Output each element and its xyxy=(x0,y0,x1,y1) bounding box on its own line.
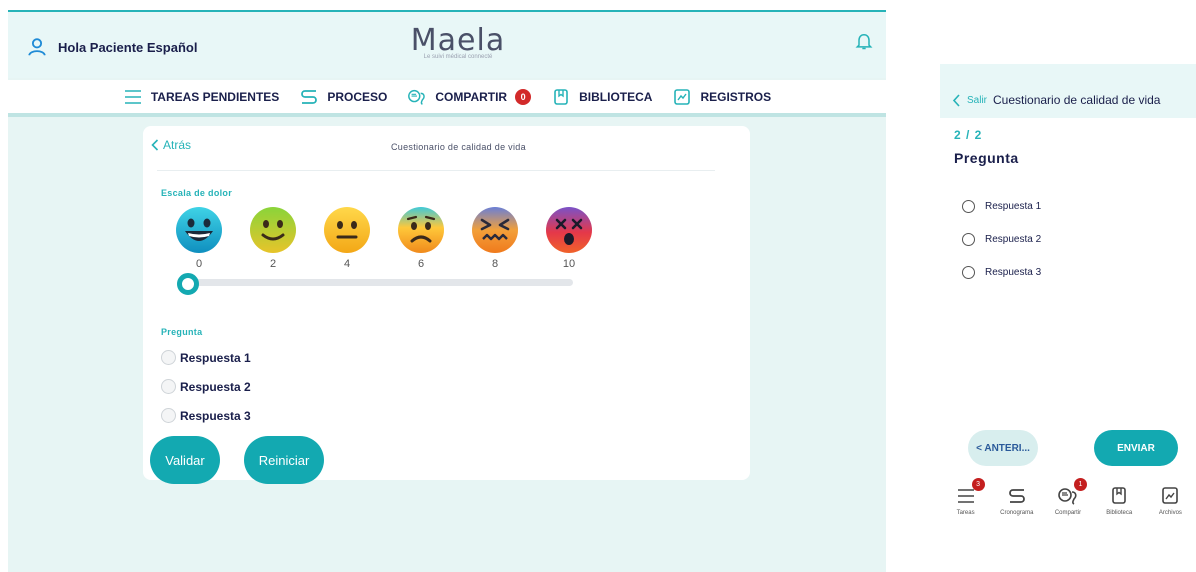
answer-label: Respuesta 3 xyxy=(180,408,251,423)
route-icon xyxy=(301,89,318,104)
reset-button[interactable]: Reiniciar xyxy=(244,436,324,484)
notification-badge: 0 xyxy=(515,88,532,105)
mobile-app: Salir Cuestionario de calidad de vida 2 … xyxy=(940,64,1196,532)
tab-cronograma[interactable]: Cronograma xyxy=(991,474,1042,532)
user-icon xyxy=(28,38,46,56)
maela-logo: Maela Le suivi médical connecté xyxy=(403,23,513,61)
nav-registros[interactable]: REGISTROS xyxy=(672,88,771,106)
scale-value: 8 xyxy=(491,258,499,270)
tab-label: Biblioteca xyxy=(1106,510,1133,516)
card-title: Cuestionario de calidad de vida xyxy=(391,142,526,152)
mobile-title: Cuestionario de calidad de vida xyxy=(993,93,1161,107)
notification-badge: 1 xyxy=(1074,478,1087,491)
nav-tareas-pendientes[interactable]: TAREAS PENDIENTES xyxy=(123,88,279,106)
radio-button[interactable] xyxy=(161,350,176,365)
logo-wordmark: Maela xyxy=(410,23,506,58)
user-greeting[interactable]: Hola Paciente Español xyxy=(26,36,197,58)
radio-button[interactable] xyxy=(962,200,975,213)
pain-slider-track[interactable] xyxy=(185,279,573,286)
pain-scale-label: Escala de dolor xyxy=(161,188,233,198)
route-icon xyxy=(1008,489,1025,503)
screen: Hola Paciente Español Maela Le suivi méd… xyxy=(0,0,1196,572)
answer-option-2[interactable]: Respuesta 2 xyxy=(161,379,251,394)
back-label: Atrás xyxy=(163,138,192,152)
book-icon xyxy=(554,88,568,105)
top-bar: Hola Paciente Español Maela Le suivi méd… xyxy=(8,10,886,78)
radio-button[interactable] xyxy=(161,379,176,394)
chevron-left-icon xyxy=(151,139,159,151)
tab-label: Archivos xyxy=(1158,510,1182,516)
scale-value: 10 xyxy=(562,258,576,270)
nav-label: TAREAS PENDIENTES xyxy=(150,89,280,104)
scale-value: 6 xyxy=(417,258,425,270)
divider xyxy=(157,170,715,171)
nav-label: COMPARTIR xyxy=(435,89,508,104)
chevron-left-icon[interactable] xyxy=(952,93,961,107)
answer-option-3[interactable]: Respuesta 3 xyxy=(161,408,251,423)
nav-compartir[interactable]: COMPARTIR 0 xyxy=(407,88,532,106)
tab-label: Compartir xyxy=(1054,510,1082,516)
answer-option-3[interactable]: Respuesta 3 xyxy=(962,266,1041,279)
desktop-app: Hola Paciente Español Maela Le suivi méd… xyxy=(8,10,886,572)
main-nav: TAREAS PENDIENTES PROCESO COMPARTIR 0 BI… xyxy=(8,80,886,117)
happy-face-icon[interactable] xyxy=(249,206,297,254)
question-title: Pregunta xyxy=(954,150,1019,166)
very-happy-face-icon[interactable] xyxy=(175,206,223,254)
bottom-tab-bar: 3 Tareas Cronograma 1 Compartir Bibliote… xyxy=(940,474,1196,532)
tab-compartir[interactable]: 1 Compartir xyxy=(1042,474,1093,532)
nav-proceso[interactable]: PROCESO xyxy=(299,88,387,106)
chat-icon xyxy=(408,89,426,105)
pain-slider-thumb[interactable] xyxy=(177,273,199,295)
nav-label: PROCESO xyxy=(327,89,388,104)
previous-button[interactable]: < ANTERI... xyxy=(968,430,1038,466)
bell-icon[interactable] xyxy=(854,30,874,52)
book-icon xyxy=(1112,487,1127,504)
scale-value: 4 xyxy=(343,258,351,270)
neutral-face-icon[interactable] xyxy=(323,206,371,254)
list-icon xyxy=(124,89,141,104)
greeting-text: Hola Paciente Español xyxy=(58,39,198,55)
mobile-header: Salir Cuestionario de calidad de vida xyxy=(940,82,1196,118)
nav-biblioteca[interactable]: BIBLIOTECA xyxy=(551,88,652,106)
answer-label: Respuesta 3 xyxy=(985,267,1042,278)
tab-label: Cronograma xyxy=(1000,510,1034,516)
worried-face-icon[interactable] xyxy=(397,206,445,254)
scale-value: 2 xyxy=(269,258,277,270)
questionnaire-card: Atrás Cuestionario de calidad de vida Es… xyxy=(143,126,750,484)
question-label: Pregunta xyxy=(161,327,203,337)
exit-button[interactable]: Salir xyxy=(967,95,987,106)
nav-label: REGISTROS xyxy=(700,89,772,104)
answer-option-1[interactable]: Respuesta 1 xyxy=(161,350,251,365)
validate-button[interactable]: Validar xyxy=(150,436,220,484)
radio-button[interactable] xyxy=(962,233,975,246)
send-button[interactable]: ENVIAR xyxy=(1094,430,1178,466)
answer-label: Respuesta 1 xyxy=(180,350,251,365)
back-button[interactable]: Atrás xyxy=(151,138,191,152)
scale-value: 0 xyxy=(195,258,203,270)
notification-badge: 3 xyxy=(971,478,985,491)
chart-doc-icon xyxy=(674,88,691,105)
tab-biblioteca[interactable]: Biblioteca xyxy=(1094,474,1145,532)
question-counter: 2 / 2 xyxy=(954,128,983,142)
worst-pain-face-icon[interactable] xyxy=(545,206,593,254)
tab-archivos[interactable]: Archivos xyxy=(1145,474,1196,532)
tab-label: Tareas xyxy=(956,510,975,516)
tab-tareas[interactable]: 3 Tareas xyxy=(940,474,991,532)
answer-label: Respuesta 2 xyxy=(985,234,1042,245)
answer-option-1[interactable]: Respuesta 1 xyxy=(962,200,1041,213)
answer-label: Respuesta 2 xyxy=(180,379,251,394)
radio-button[interactable] xyxy=(161,408,176,423)
answer-option-2[interactable]: Respuesta 2 xyxy=(962,233,1041,246)
status-bar xyxy=(940,64,1196,82)
chart-doc-icon xyxy=(1162,487,1179,504)
answer-label: Respuesta 1 xyxy=(985,201,1042,212)
nav-label: BIBLIOTECA xyxy=(579,89,653,104)
radio-button[interactable] xyxy=(962,266,975,279)
pained-face-icon[interactable] xyxy=(471,206,519,254)
